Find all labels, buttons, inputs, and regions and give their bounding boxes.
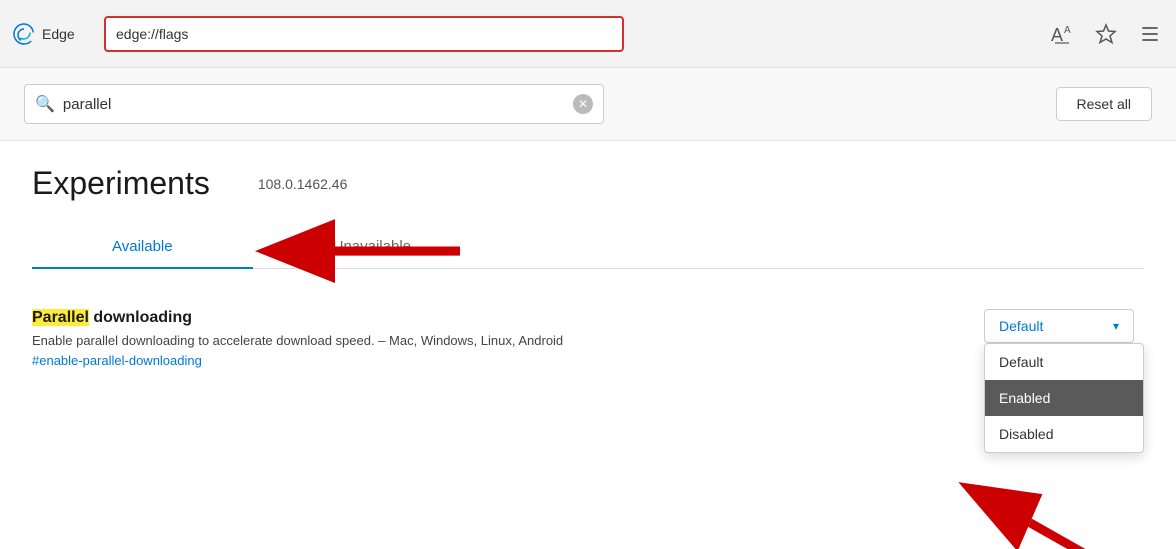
tabs-container: Available Unavailable — [32, 226, 1144, 269]
feature-title: Parallel downloading — [32, 309, 960, 327]
tab-available[interactable]: Available — [32, 226, 253, 269]
search-icon: 🔍 — [35, 94, 55, 114]
dropdown-option-disabled[interactable]: Disabled — [985, 416, 1143, 452]
dropdown-option-default[interactable]: Default — [985, 344, 1143, 380]
svg-text:A: A — [1051, 25, 1063, 45]
search-input[interactable] — [63, 96, 565, 113]
feature-title-highlight: Parallel — [32, 309, 89, 326]
search-input-wrapper: 🔍 ✕ — [24, 84, 604, 124]
favorites-icon[interactable] — [1092, 20, 1120, 48]
svg-text:A: A — [1064, 25, 1071, 36]
chevron-down-icon: ▾ — [1113, 319, 1119, 333]
feature-dropdown-button[interactable]: Default ▾ — [984, 309, 1134, 343]
reset-all-button[interactable]: Reset all — [1056, 87, 1152, 121]
tab-unavailable[interactable]: Unavailable — [253, 226, 491, 269]
edge-logo: Edge — [12, 22, 92, 46]
settings-icon[interactable] — [1136, 20, 1164, 48]
edge-icon — [12, 22, 36, 46]
feature-description: Enable parallel downloading to accelerat… — [32, 333, 960, 348]
dropdown-menu: Default Enabled Disabled — [984, 343, 1144, 453]
address-bar-wrapper — [104, 16, 624, 52]
version-text: 108.0.1462.46 — [258, 176, 348, 192]
address-bar-input[interactable] — [104, 16, 624, 52]
feature-list: Parallel downloading Enable parallel dow… — [32, 269, 1144, 386]
experiments-title: Experiments — [32, 165, 210, 202]
clear-search-button[interactable]: ✕ — [573, 94, 593, 114]
browser-chrome: Edge A A — [0, 0, 1176, 68]
experiments-header: Experiments 108.0.1462.46 — [32, 165, 1144, 202]
feature-item-parallel: Parallel downloading Enable parallel dow… — [32, 293, 1144, 386]
main-content: Experiments 108.0.1462.46 Available Unav… — [0, 141, 1176, 410]
dropdown-current-value: Default — [999, 318, 1043, 334]
search-bar-area: 🔍 ✕ Reset all — [0, 68, 1176, 141]
read-aloud-icon[interactable]: A A — [1048, 20, 1076, 48]
edge-browser-label: Edge — [42, 26, 75, 42]
feature-title-suffix: downloading — [89, 309, 192, 326]
toolbar-icons: A A — [1048, 20, 1164, 48]
feature-link[interactable]: #enable-parallel-downloading — [32, 353, 202, 368]
feature-control: Default ▾ Default Enabled Disabled — [984, 309, 1144, 343]
feature-info: Parallel downloading Enable parallel dow… — [32, 309, 960, 370]
dropdown-option-enabled[interactable]: Enabled — [985, 380, 1143, 416]
page-content: 🔍 ✕ Reset all Experiments 108.0.1462.46 … — [0, 68, 1176, 549]
